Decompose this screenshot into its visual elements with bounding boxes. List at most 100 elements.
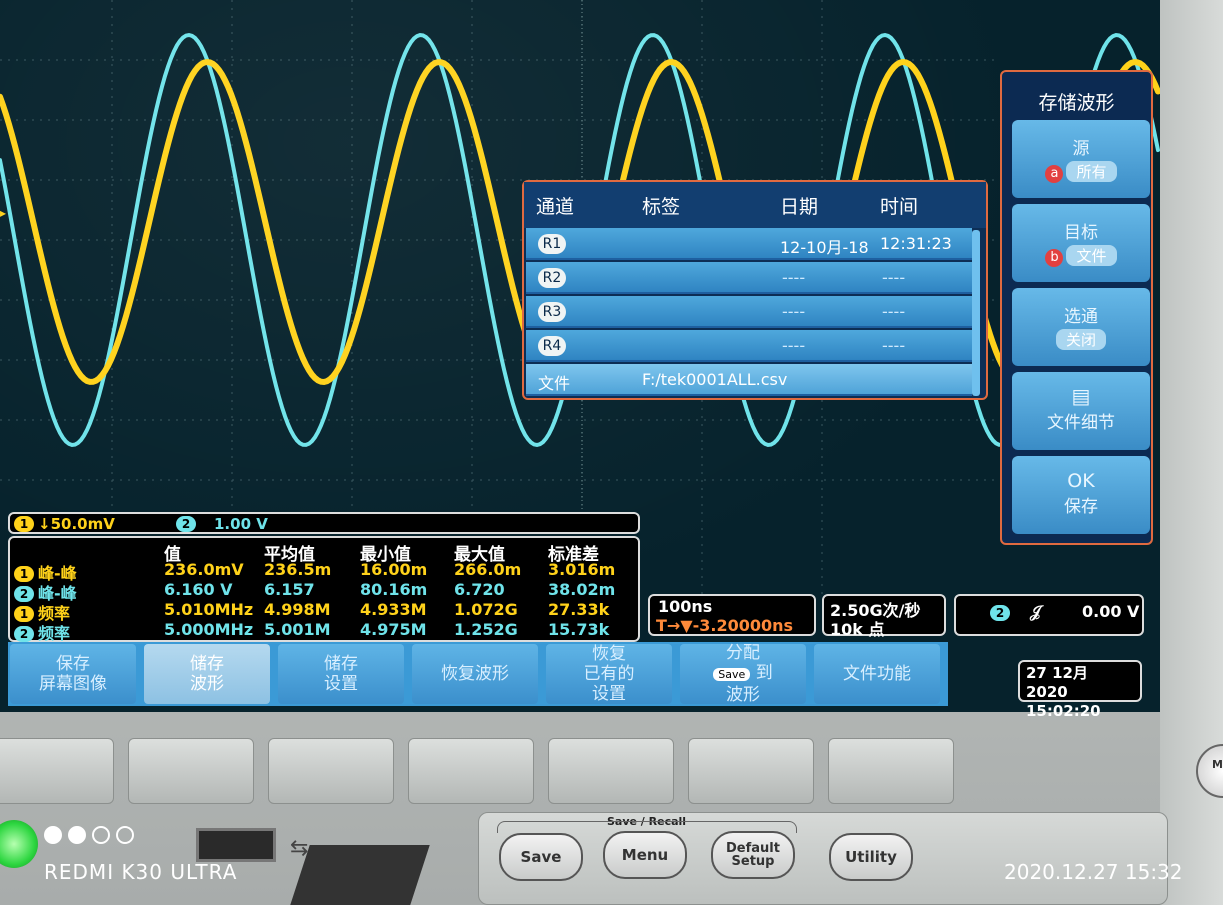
bottom-btn-line: 到 <box>755 663 773 683</box>
file-label: 文件 <box>538 374 571 393</box>
ref-time: ---- <box>882 336 906 355</box>
col-label: 标签 <box>642 195 681 218</box>
recall-waveform-button[interactable]: 恢复波形 <box>412 644 538 704</box>
bezel-key-4[interactable] <box>408 738 534 804</box>
bottom-btn-line: 波形 <box>726 685 760 705</box>
destination-button[interactable]: 目标 b 文件 <box>1012 204 1150 282</box>
usb-stick <box>290 845 430 905</box>
source-value: 所有 <box>1066 161 1117 182</box>
ref-badge: R2 <box>538 268 566 288</box>
bezel-key-6[interactable] <box>688 738 814 804</box>
power-button-glow[interactable] <box>0 820 38 868</box>
bottom-btn-line: 屏幕图像 <box>39 674 107 694</box>
save-key[interactable]: Save <box>499 833 583 881</box>
bezel-key-3[interactable] <box>268 738 394 804</box>
meas-std: 27.33k <box>548 600 610 619</box>
photo-timestamp: 2020.12.27 15:32 <box>1004 860 1183 884</box>
file-details-button[interactable]: ▤ 文件细节 <box>1012 372 1150 450</box>
dialog-scrollbar[interactable] <box>972 230 980 396</box>
timebase-scale: 100ns <box>658 597 713 616</box>
knob-b-indicator: b <box>1045 249 1064 267</box>
col-date: 日期 <box>780 195 819 218</box>
bezel-key-1[interactable] <box>0 738 114 804</box>
measurement-row: 1 频率 5.010MHz 4.998M 4.933M 1.072G 27.33k <box>10 600 640 623</box>
bezel-key-5[interactable] <box>548 738 674 804</box>
knob-a-indicator: a <box>1045 165 1064 183</box>
meas-std: 3.016m <box>548 560 616 579</box>
file-details-icon: ▤ <box>1071 384 1091 408</box>
meas-mean: 5.001M <box>264 620 331 639</box>
ch2-badge[interactable]: 2 <box>176 516 196 532</box>
bottom-btn-line: 设置 <box>324 674 358 694</box>
meas-mean: 236.5m <box>264 560 332 579</box>
ref-row-r1[interactable]: R1 12-10月-18 12:31:23 <box>526 228 972 260</box>
measurement-row: 2 峰-峰 6.160 V 6.157 80.16m 6.720 38.02m <box>10 580 640 603</box>
ref-row-r2[interactable]: R2 ---- ---- <box>526 262 972 294</box>
ch2-scale: 1.00 V <box>214 515 268 533</box>
measurement-row: 2 频率 5.000MHz 5.001M 4.975M 1.252G 15.73k <box>10 620 640 643</box>
save-waveform-button[interactable]: 储存 波形 <box>144 644 270 704</box>
meas-min: 4.975M <box>360 620 427 639</box>
bezel-key-7[interactable] <box>828 738 954 804</box>
trigger-readout: 2 𝒥 0.00 V <box>954 594 1144 636</box>
save-recall-panel: Save / Recall Save Menu Default Setup Ut… <box>478 812 1168 905</box>
measurement-panel: 值 平均值 最小值 最大值 标准差 1 峰-峰 236.0mV 236.5m 16… <box>8 536 640 643</box>
bottom-btn-line: 文件功能 <box>843 664 911 684</box>
assign-save-button[interactable]: 分配 Save 到 波形 <box>680 643 806 705</box>
ref-time: ---- <box>882 268 906 287</box>
meas-min: 80.16m <box>360 580 428 599</box>
channel-scale-bar: 1 ↓50.0mV 2 1.00 V <box>8 512 640 534</box>
trigger-source-badge: 2 <box>990 605 1010 621</box>
oscilloscope-photo: ▸ 通道 标签 日期 时间 R1 12-10月-18 12:31:23 R2 -… <box>0 0 1223 905</box>
destination-value: 文件 <box>1066 245 1117 266</box>
ch1-scale: ↓50.0mV <box>38 515 115 533</box>
bottom-btn-line: 波形 <box>190 674 224 694</box>
menu-key[interactable]: Menu <box>603 831 687 879</box>
ok-save-button[interactable]: OK 保存 <box>1012 456 1150 534</box>
ch-badge: 2 <box>14 626 34 642</box>
file-row[interactable]: 文件 F:/tek0001ALL.csv <box>526 364 972 396</box>
meas-std: 15.73k <box>548 620 610 639</box>
measurement-row: 1 峰-峰 236.0mV 236.5m 16.00m 266.0m 3.016m <box>10 560 640 583</box>
timebase-readout: 100ns T→▼-3.20000ns <box>648 594 816 636</box>
meas-max: 6.720 <box>454 580 505 599</box>
save-waveform-dialog: 通道 标签 日期 时间 R1 12-10月-18 12:31:23 R2 ---… <box>522 180 988 400</box>
ref-badge: R1 <box>538 234 566 254</box>
delay-value: -3.20000ns <box>692 616 794 635</box>
bottom-btn-line: 恢复 <box>592 644 626 664</box>
col-time: 时间 <box>880 195 919 218</box>
ch1-ground-marker: ▸ <box>0 206 7 220</box>
gating-button[interactable]: 选通 关闭 <box>1012 288 1150 366</box>
recall-setup-button[interactable]: 恢复 已有的 设置 <box>546 644 672 704</box>
file-utilities-button[interactable]: 文件功能 <box>814 644 940 704</box>
side-menu-title: 存储波形 <box>1038 92 1115 114</box>
save-key-badge: Save <box>713 668 751 681</box>
ref-time: 12:31:23 <box>880 234 952 253</box>
bottom-btn-line: 分配 <box>726 643 760 663</box>
datetime-readout: 27 12月 2020 15:02:20 <box>1018 660 1142 720</box>
file-details-label: 文件细节 <box>1047 413 1115 433</box>
ch1-badge[interactable]: 1 <box>14 516 34 532</box>
bezel-key-2[interactable] <box>128 738 254 804</box>
ok-label: OK <box>1067 470 1095 492</box>
meas-max: 1.072G <box>454 600 518 619</box>
meas-min: 16.00m <box>360 560 428 579</box>
source-button[interactable]: 源 a 所有 <box>1012 120 1150 198</box>
ref-row-r4[interactable]: R4 ---- ---- <box>526 330 972 362</box>
ref-row-r3[interactable]: R3 ---- ---- <box>526 296 972 328</box>
bottom-btn-line: 设置 <box>592 684 626 704</box>
utility-key[interactable]: Utility <box>829 833 913 881</box>
date-text: 27 12月 2020 <box>1026 664 1088 701</box>
save-screen-image-button[interactable]: 保存 屏幕图像 <box>10 644 136 704</box>
bottom-btn-line: 已有的 <box>583 664 635 684</box>
default-setup-key[interactable]: Default Setup <box>711 831 795 879</box>
gating-value: 关闭 <box>1055 329 1106 350</box>
ref-time: ---- <box>882 302 906 321</box>
camera-watermark: REDMI K30 ULTRA <box>44 860 238 884</box>
ref-date: 12-10月-18 <box>780 238 869 257</box>
gating-label: 选通 <box>1064 307 1098 327</box>
ref-badge: R4 <box>538 336 566 356</box>
bottom-btn-line: 储存 <box>190 654 224 674</box>
save-setup-button[interactable]: 储存 设置 <box>278 644 404 704</box>
file-path: F:/tek0001ALL.csv <box>642 370 788 389</box>
